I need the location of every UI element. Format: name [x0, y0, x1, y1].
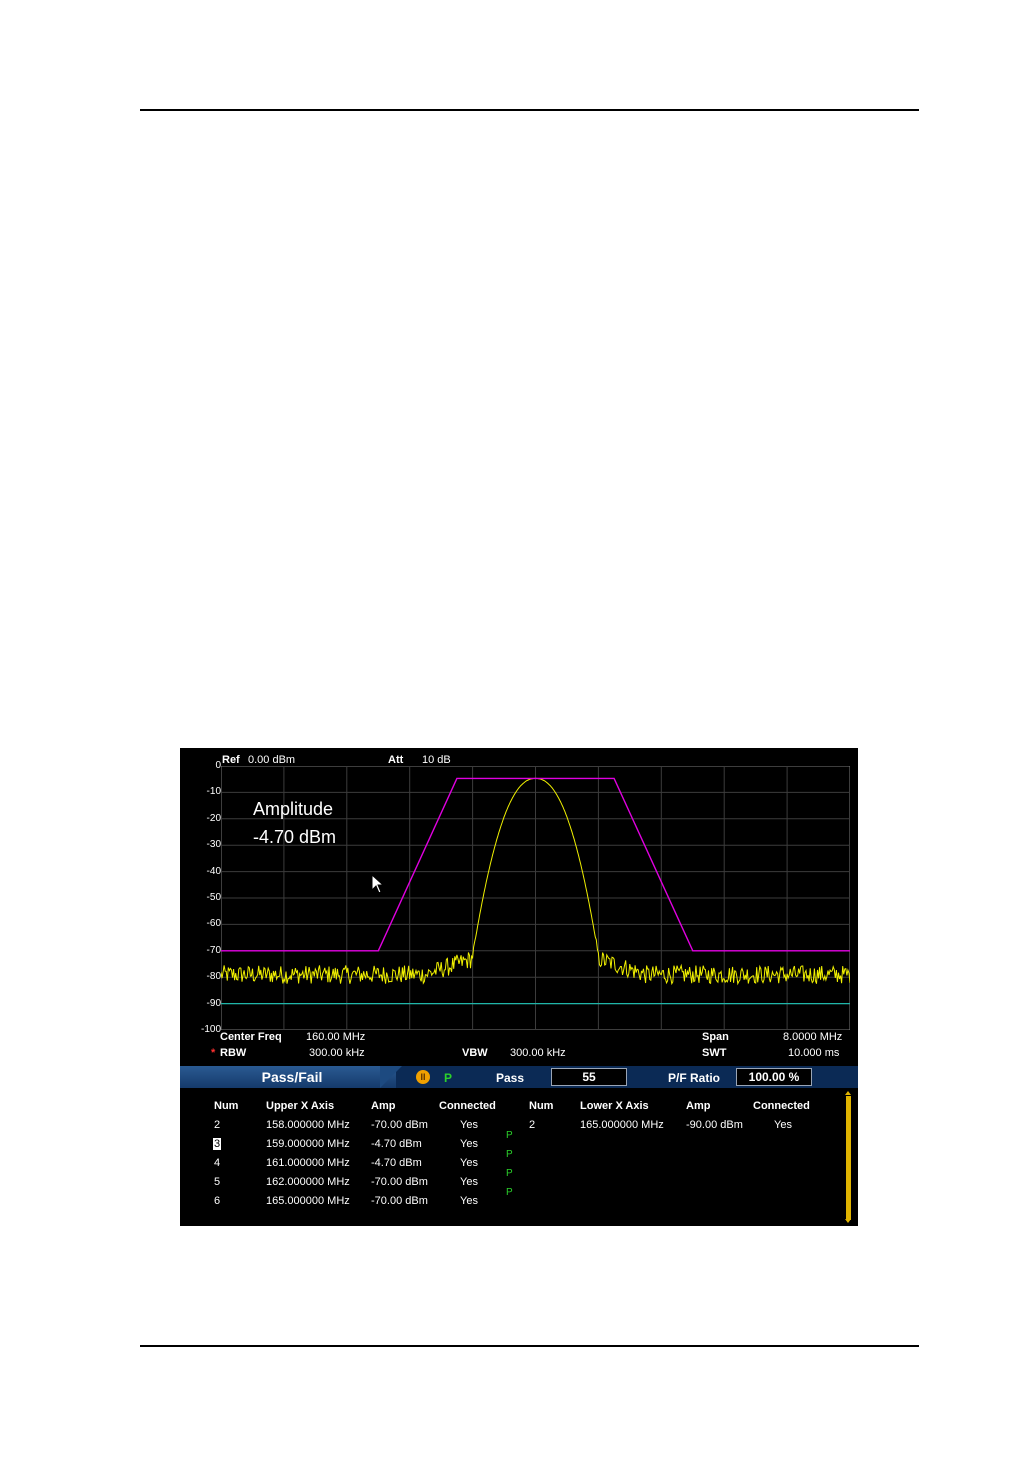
pause-icon[interactable]: II	[416, 1070, 430, 1084]
page-bottom-rule	[140, 1345, 919, 1347]
y-tick-label: -100	[200, 1024, 221, 1035]
lower-num-header: Num	[529, 1100, 554, 1112]
page-top-rule	[140, 109, 919, 111]
upper-num-header: Num	[214, 1100, 239, 1112]
upper-connected: Yes	[460, 1176, 478, 1188]
pf-ratio-label: P/F Ratio	[668, 1071, 721, 1085]
upper-num-selected[interactable]: 3	[213, 1138, 222, 1150]
upper-num: 2	[214, 1119, 221, 1131]
span-value: 8.0000 MHz	[783, 1031, 843, 1043]
lower-amp-header: Amp	[686, 1100, 711, 1112]
upper-num: 4	[214, 1157, 221, 1169]
readout-value: -4.70 dBm	[253, 827, 337, 847]
spectrum-analyzer-screen: 0 -10 -20 -30 -40 -50 -60 -70 -80 -90 -100 Ref 0.0…	[180, 748, 858, 1226]
pf-ratio-value: 100.00 %	[736, 1068, 812, 1086]
y-tick-label: -50	[206, 892, 221, 903]
upper-x: 165.000000 MHz	[266, 1195, 350, 1207]
y-tick-label: -90	[206, 997, 221, 1009]
span-label: Span	[702, 1031, 729, 1043]
pass-fail-title: Pass/Fail	[261, 1069, 323, 1085]
swt-value: 10.000 ms	[788, 1047, 840, 1059]
upper-x: 162.000000 MHz	[266, 1176, 350, 1188]
y-tick-label: -10	[206, 786, 221, 798]
segment-result: P	[506, 1168, 513, 1179]
segment-result: P	[506, 1130, 513, 1141]
att-label: Att	[388, 754, 404, 766]
vbw-value: 300.00 kHz	[510, 1047, 566, 1059]
lower-connected-header: Connected	[753, 1100, 810, 1112]
upper-connected: Yes	[460, 1195, 478, 1207]
y-tick-label: -20	[206, 812, 221, 824]
upper-amp: -70.00 dBm	[371, 1195, 428, 1207]
upper-amp-header: Amp	[371, 1100, 396, 1112]
att-value: 10 dB	[422, 754, 451, 766]
y-tick-label: -80	[206, 971, 221, 983]
center-freq-value: 160.00 MHz	[306, 1031, 366, 1043]
table-scrollbar[interactable]	[846, 1096, 851, 1220]
lower-x: 165.000000 MHz	[580, 1119, 664, 1131]
lower-x-axis-header: Lower X Axis	[580, 1100, 649, 1112]
upper-connected-header: Connected	[439, 1100, 496, 1112]
y-tick-label: -70	[206, 944, 221, 956]
upper-x: 158.000000 MHz	[266, 1119, 350, 1131]
upper-amp: -70.00 dBm	[371, 1176, 428, 1188]
upper-num: 5	[214, 1176, 221, 1188]
mouse-pointer-icon	[371, 874, 385, 894]
upper-x-axis-header: Upper X Axis	[266, 1100, 335, 1112]
segment-result: P	[506, 1149, 513, 1160]
lower-connected: Yes	[774, 1119, 792, 1131]
segment-result: P	[506, 1187, 513, 1198]
y-tick-label: -40	[206, 865, 221, 877]
y-tick-label: -30	[206, 839, 221, 851]
lower-amp: -90.00 dBm	[686, 1119, 743, 1131]
scroll-down-icon[interactable]	[845, 1219, 851, 1223]
readout-title: Amplitude	[253, 799, 334, 819]
upper-connected: Yes	[460, 1138, 478, 1150]
pass-fail-status-bar: Pass/Fail II P Pass 55 P/F Ratio 100.00 …	[180, 1066, 858, 1088]
upper-num: 6	[214, 1195, 221, 1207]
ref-value: 0.00 dBm	[248, 754, 296, 766]
upper-connected: Yes	[460, 1157, 478, 1169]
pass-count: 55	[551, 1068, 627, 1086]
upper-connected: Yes	[460, 1119, 478, 1131]
pass-fail-state: P	[444, 1071, 453, 1085]
upper-amp: -4.70 dBm	[371, 1138, 422, 1150]
rbw-asterisk-icon: *	[211, 1047, 216, 1059]
rbw-label: RBW	[220, 1047, 247, 1059]
upper-x: 161.000000 MHz	[266, 1157, 350, 1169]
upper-x: 159.000000 MHz	[266, 1138, 350, 1150]
upper-amp: -4.70 dBm	[371, 1157, 422, 1169]
center-freq-label: Center Freq	[220, 1031, 282, 1043]
y-tick-label: -60	[206, 918, 221, 930]
vbw-label: VBW	[462, 1047, 488, 1059]
lower-num: 2	[529, 1119, 536, 1131]
ref-label: Ref	[222, 754, 240, 766]
swt-label: SWT	[702, 1047, 727, 1059]
upper-amp: -70.00 dBm	[371, 1119, 428, 1131]
rbw-value: 300.00 kHz	[309, 1047, 365, 1059]
scroll-up-icon[interactable]	[845, 1091, 851, 1095]
pass-label: Pass	[496, 1071, 525, 1085]
